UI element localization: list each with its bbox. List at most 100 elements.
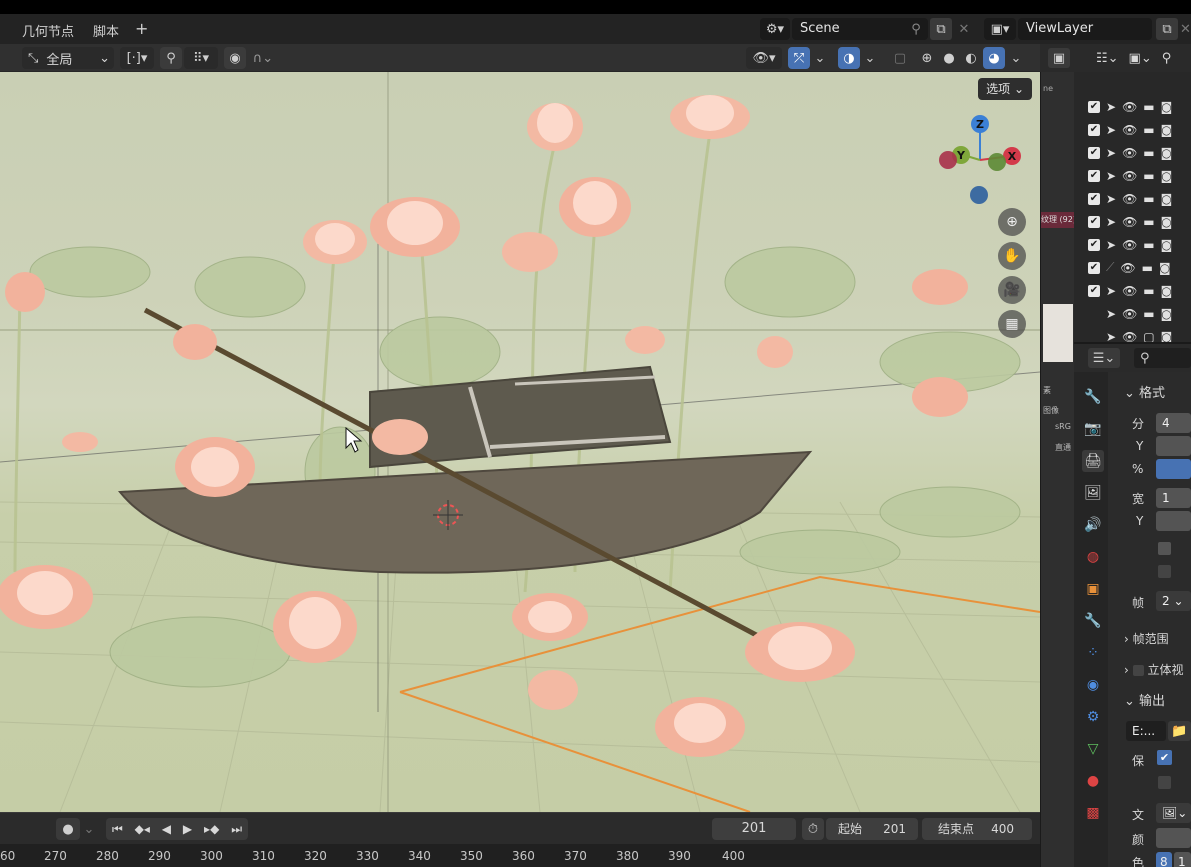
monitor-icon[interactable]: ▬ [1143,123,1154,137]
world-tab-icon[interactable]: ◍ [1082,546,1104,568]
editor-type-icon[interactable]: ▣ [1048,48,1070,68]
camera-icon[interactable]: ◙ [1161,307,1173,321]
camera-icon[interactable]: ◙ [1161,284,1173,298]
file-format-dropdown[interactable]: 🖼⌄ [1156,803,1191,823]
eye-icon[interactable]: 👁 [1122,238,1137,252]
checkbox-icon[interactable]: ✔ [1088,192,1100,205]
pan-hand-icon[interactable]: ✋ [998,242,1026,270]
aspect-y-field[interactable] [1156,511,1191,531]
new-scene-icon[interactable]: ⧉ [930,18,952,40]
output-section-header[interactable]: ⌄ 输出 [1124,690,1165,709]
checkbox-icon[interactable]: ✔ [1088,238,1100,251]
select-arrow-icon[interactable]: ➤ [1106,100,1116,114]
output-tab-icon[interactable]: 🖨 [1082,450,1104,472]
select-arrow-disabled-icon[interactable]: ⟋ [1106,260,1114,275]
rendered-shading-icon[interactable]: ◕ [983,47,1005,69]
monitor-icon[interactable]: ▬ [1143,284,1154,298]
select-arrow-icon[interactable]: ➤ [1106,192,1116,206]
pivot-point-icon[interactable]: [·]▾ [120,47,154,69]
render-region-checkbox[interactable] [1158,542,1171,555]
eye-icon[interactable]: 👁 [1122,192,1137,206]
select-arrow-icon[interactable]: ➤ [1106,238,1116,252]
resolution-y-field[interactable] [1156,436,1191,456]
display-mode-icon[interactable]: ☷⌄ [1096,51,1119,66]
outliner-row[interactable]: ✔ ➤ 👁 ▬ ◙ [1074,210,1191,233]
color-mode-field[interactable] [1156,828,1191,848]
checkbox-icon[interactable]: ✔ [1088,284,1100,297]
camera-icon[interactable]: ◙ [1159,261,1171,275]
color-depth-16-button[interactable]: 1 [1174,852,1191,867]
add-workspace-button[interactable]: + [135,19,148,38]
select-arrow-icon[interactable]: ➤ [1106,123,1116,137]
monitor-icon[interactable]: ▬ [1143,307,1154,321]
viewlayer-field[interactable]: ViewLayer [1018,18,1152,40]
texture-tab-icon[interactable]: ▩ [1082,802,1104,824]
outliner-row[interactable]: ✔ ➤ 👁 ▬ ◙ [1074,233,1191,256]
camera-icon[interactable]: ◙ [1161,100,1173,114]
falloff-icon[interactable]: ∩⌄ [248,47,278,69]
camera-icon[interactable]: ◙ [1161,169,1173,183]
navigation-gizmo[interactable]: Z Y X [935,112,1025,207]
tool-tab-icon[interactable]: 🔧 [1082,386,1104,408]
outliner-row[interactable]: ✔ ➤ 👁 ▬ ◙ [1074,95,1191,118]
camera-icon[interactable]: ◙ [1161,146,1173,160]
new-viewlayer-icon[interactable]: ⧉ [1156,18,1178,40]
eye-icon[interactable]: 👁 [1120,261,1135,275]
tab-geometry-nodes[interactable]: 几何节点 [22,21,74,40]
outliner-row[interactable]: ✔ ➤ 👁 ▬ ◙ [1074,187,1191,210]
snap-target-icon[interactable]: ⠿▾ [184,47,218,69]
outliner-row[interactable]: ✔ ➤ 👁 ▬ ◙ [1074,118,1191,141]
format-section-header[interactable]: ⌄ 格式 [1124,382,1165,401]
camera-icon[interactable]: ◙ [1161,123,1173,137]
solid-shading-icon[interactable]: ● [938,47,960,69]
folder-icon[interactable]: 📁 [1168,721,1191,741]
save-checkbox[interactable]: ✔ [1157,750,1172,765]
play-reverse-icon[interactable]: ◀ [162,822,171,836]
properties-editor-type-icon[interactable]: ☰⌄ [1088,348,1120,368]
overlay-toggle-icon[interactable]: ◑ [838,47,860,69]
monitor-icon[interactable]: ▬ [1143,238,1154,252]
start-frame-field[interactable]: 起始 201 [826,818,918,840]
outliner-row[interactable]: ✔ ➤ 👁 ▬ ◙ [1074,141,1191,164]
eye-icon[interactable]: 👁 [1122,146,1137,160]
camera-icon[interactable]: ◙ [1161,215,1173,229]
scene-icon[interactable]: ⚙▾ [760,18,790,40]
xray-icon[interactable]: ▢ [890,47,910,69]
eye-icon[interactable]: 👁 [1122,123,1137,137]
outliner-row[interactable]: ✔ ➤ 👁 ▬ ◙ [1074,164,1191,187]
resolution-percent-field[interactable] [1156,459,1191,479]
jump-start-icon[interactable]: ⏮ [112,822,123,837]
select-arrow-icon[interactable]: ➤ [1106,169,1116,183]
properties-search-icon[interactable]: ⚲ [1134,348,1191,368]
modifier-tab-icon[interactable]: 🔧 [1082,610,1104,632]
select-arrow-icon[interactable]: ➤ [1106,307,1116,321]
jump-end-icon[interactable]: ⏭ [231,822,242,837]
3d-viewport[interactable]: 选项 ⌄ Z Y X ⊕ ✋ 🎥 ▦ [0,72,1040,812]
record-dropdown-icon[interactable]: ⌄ [82,818,96,840]
eye-icon[interactable]: 👁 [1122,100,1137,114]
play-icon[interactable]: ▶ [183,822,192,836]
wireframe-shading-icon[interactable]: ⊕ [916,47,938,69]
checkbox-icon[interactable]: ✔ [1088,123,1100,136]
placeholders-checkbox[interactable] [1158,776,1171,789]
stereoscopy-section[interactable]: › 立体视 [1124,661,1183,678]
record-icon[interactable]: ● [56,818,80,840]
stopwatch-icon[interactable]: ⏱ [802,818,824,840]
pin-icon[interactable]: ⚲ [906,18,926,40]
material-tab-icon[interactable]: ● [1082,770,1104,792]
physics-tab-icon[interactable]: ◉ [1082,674,1104,696]
outliner-row[interactable]: ✔ ➤ 👁 ▬ ◙ [1074,279,1191,302]
select-arrow-icon[interactable]: ➤ [1106,146,1116,160]
monitor-icon[interactable]: ▬ [1142,261,1153,275]
close-scene-icon[interactable]: ✕ [955,18,973,40]
eye-icon[interactable]: 👁 [1122,307,1137,321]
object-tab-icon[interactable]: ▣ [1082,578,1104,600]
select-arrow-icon[interactable]: ➤ [1106,215,1116,229]
end-frame-field[interactable]: 结束点 400 [922,818,1032,840]
prev-keyframe-icon[interactable]: ◆◂ [135,822,150,836]
close-viewlayer-icon[interactable]: ✕ [1180,18,1191,40]
frame-rate-dropdown[interactable]: 2 ⌄ [1156,591,1191,611]
outliner-row[interactable]: ➤ 👁 ▬ ◙ [1074,302,1191,325]
view-layer-tab-icon[interactable]: 🖼 [1082,482,1104,504]
scene-tab-icon[interactable]: 🔊 [1082,514,1104,536]
